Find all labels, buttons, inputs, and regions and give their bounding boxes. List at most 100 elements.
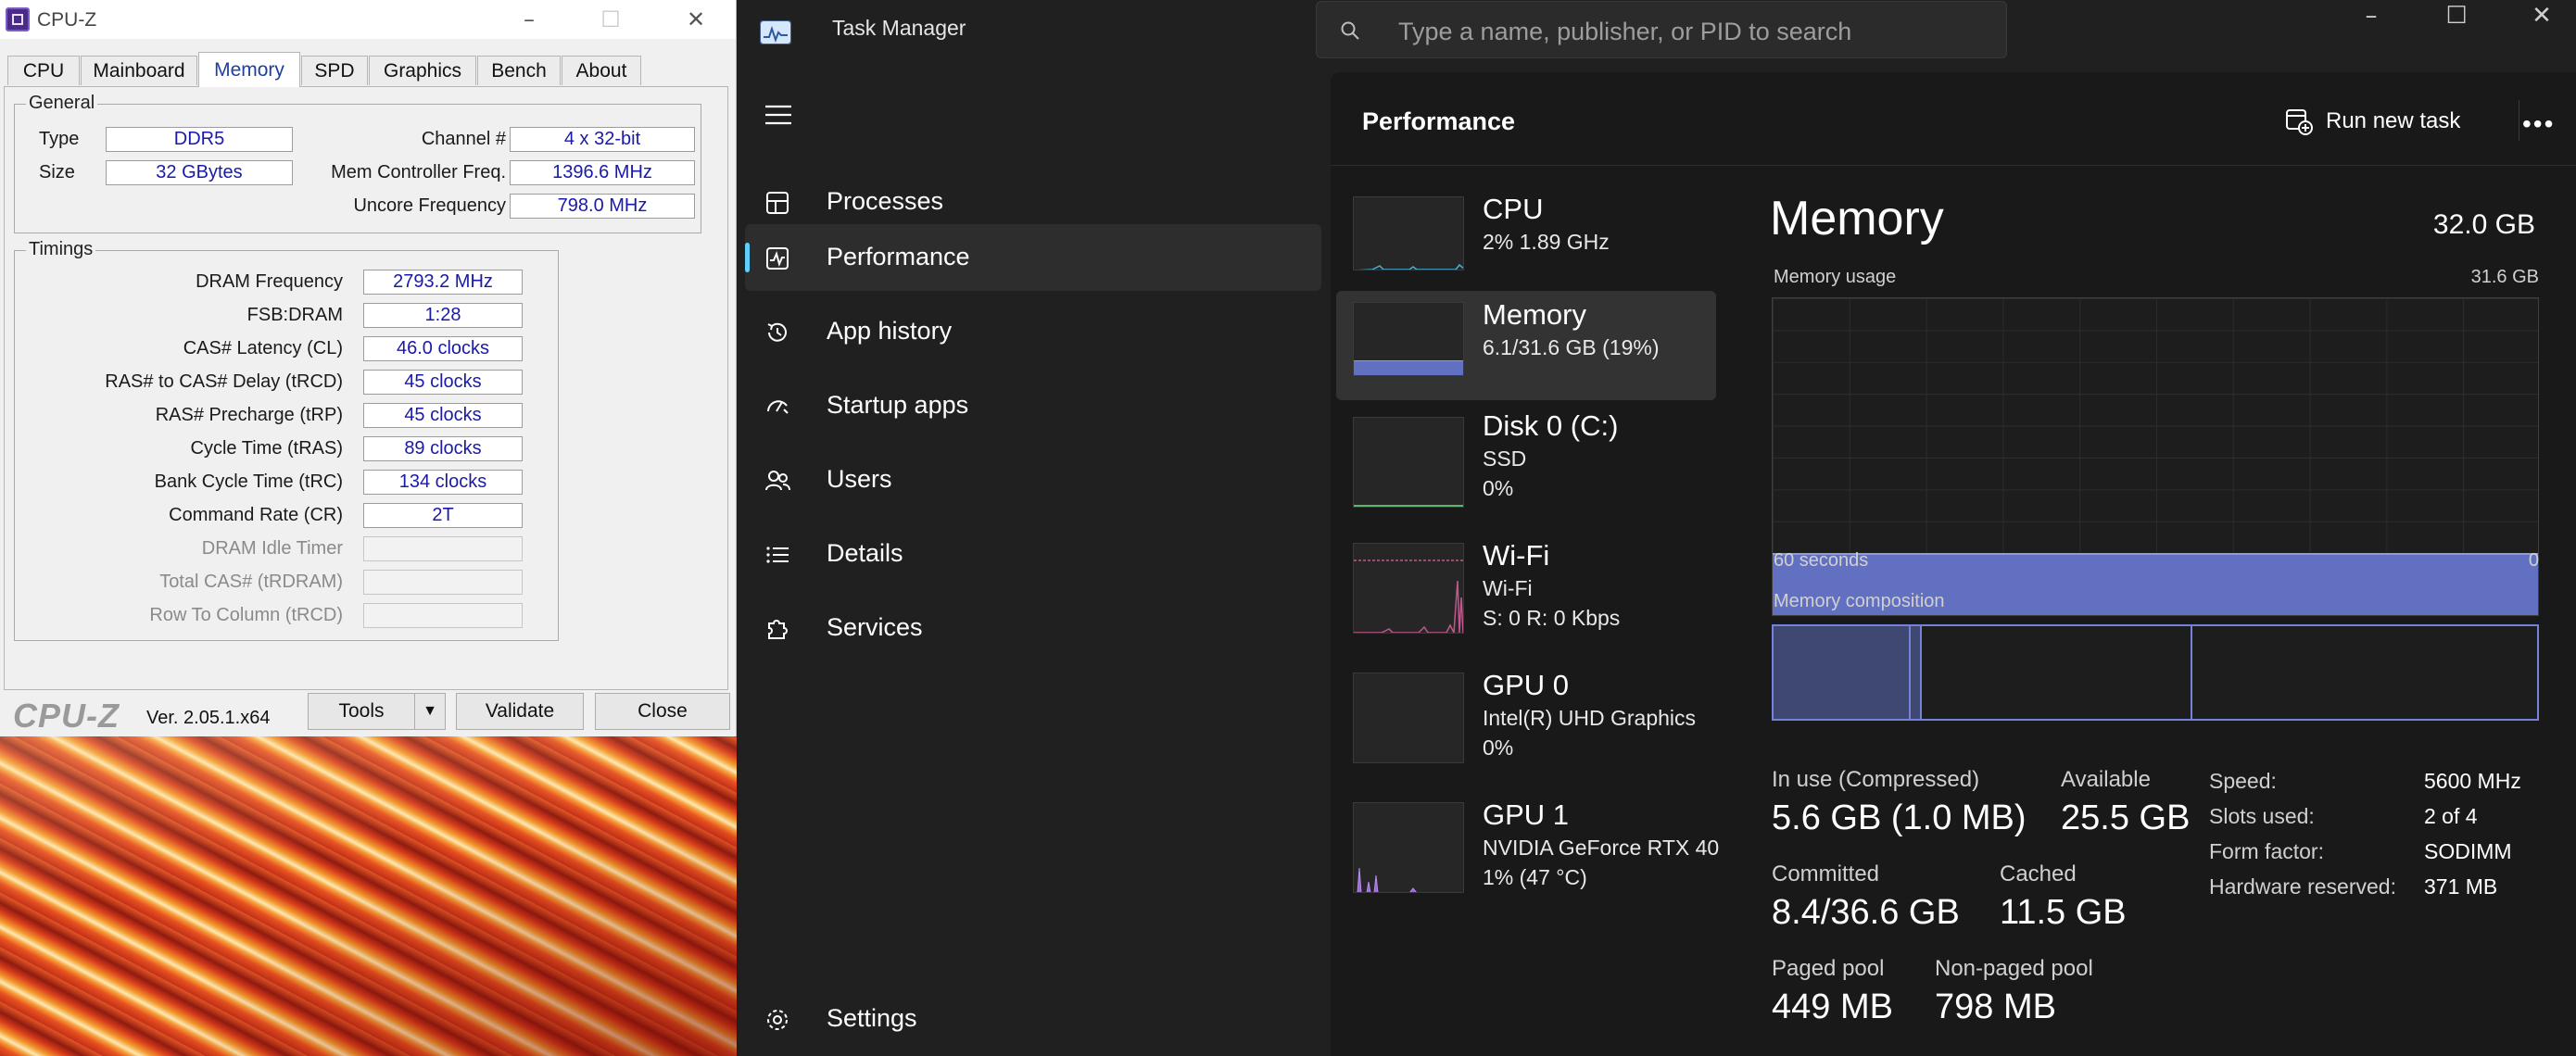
mem-controller-label: Mem Controller Freq. xyxy=(331,162,506,182)
device-gpu1-name: GPU 1 xyxy=(1483,798,1570,831)
timings-group: Timings DRAM Frequency 2793.2 MHz FSB:DRAM… xyxy=(14,239,559,641)
search-input[interactable]: Type a name, publisher, or PID to search xyxy=(1316,1,2007,58)
timing-label: Cycle Time (tRAS) xyxy=(190,438,343,459)
memory-thumbnail-graph xyxy=(1353,302,1464,376)
tm-sidebar: Processes Performance App history Startu… xyxy=(738,61,1331,1056)
cpuz-logo: CPU-Z xyxy=(13,697,120,735)
memory-total: 32.0 GB xyxy=(2432,209,2535,240)
validate-button[interactable]: Validate xyxy=(456,693,584,730)
nav-settings[interactable]: Settings xyxy=(745,986,1321,1052)
timing-label: DRAM Frequency xyxy=(196,271,343,292)
gpu1-thumbnail-graph xyxy=(1353,802,1464,893)
timing-label: CAS# Latency (CL) xyxy=(183,338,343,358)
device-disk0[interactable]: Disk 0 (C:) SSD 0% xyxy=(1336,402,1716,511)
device-gpu0-name: GPU 0 xyxy=(1483,669,1570,701)
nav-details-label: Details xyxy=(827,539,903,567)
type-value: DDR5 xyxy=(106,127,293,152)
timing-label: FSB:DRAM xyxy=(246,305,343,325)
device-gpu1-sub2: 1% (47 °C) xyxy=(1483,865,1587,889)
device-cpu-sub: 2% 1.89 GHz xyxy=(1483,230,1610,254)
timing-value: 45 clocks xyxy=(363,370,523,395)
nav-services[interactable]: Services xyxy=(745,595,1321,661)
tm-minimize-button[interactable]: – xyxy=(2339,0,2404,31)
nav-settings-label: Settings xyxy=(827,1004,917,1032)
search-placeholder: Type a name, publisher, or PID to search xyxy=(1398,18,1852,45)
header-separator xyxy=(1331,165,2576,166)
tools-dropdown-arrow[interactable]: ▼ xyxy=(414,693,446,730)
timing-value: 46.0 clocks xyxy=(363,336,523,361)
cpuz-titlebar[interactable]: CPU-Z – ☐ ✕ xyxy=(0,0,736,39)
cpu-thumbnail-graph xyxy=(1353,196,1464,270)
nav-users-label: Users xyxy=(827,465,892,493)
composition-in-use xyxy=(1774,626,1911,719)
users-icon xyxy=(765,471,790,491)
graph-time-left: 60 seconds xyxy=(1774,550,1869,571)
nav-app-history[interactable]: App history xyxy=(745,298,1321,365)
startup-gauge-icon xyxy=(767,400,789,414)
device-gpu0[interactable]: GPU 0 Intel(R) UHD Graphics 0% xyxy=(1336,661,1716,771)
nav-users[interactable]: Users xyxy=(745,446,1321,513)
device-memory[interactable]: Memory 6.1/31.6 GB (19%) xyxy=(1336,291,1716,400)
uncore-label: Uncore Frequency xyxy=(353,195,506,216)
tab-memory[interactable]: Memory xyxy=(198,52,300,87)
general-group-title: General xyxy=(26,93,98,114)
nav-app-history-label: App history xyxy=(827,317,953,345)
tab-bench[interactable]: Bench xyxy=(477,56,561,85)
memory-usage-max: 31.6 GB xyxy=(2470,267,2539,287)
uncore-value: 798.0 MHz xyxy=(510,194,695,219)
nav-services-label: Services xyxy=(827,613,923,641)
tm-maximize-button[interactable]: ☐ xyxy=(2424,0,2489,31)
nav-details[interactable]: Details xyxy=(745,521,1321,587)
close-window-button[interactable]: ✕ xyxy=(673,4,719,35)
cpuz-title: CPU-Z xyxy=(37,9,97,31)
composition-standby xyxy=(1922,626,2192,719)
nav-performance[interactable]: Performance xyxy=(745,224,1321,291)
timing-label: Bank Cycle Time (tRC) xyxy=(154,471,343,492)
timing-value xyxy=(363,603,523,628)
general-group: General Type DDR5 Size 32 GBytes Channel… xyxy=(14,93,701,233)
processes-icon xyxy=(766,192,789,214)
device-cpu[interactable]: CPU 2% 1.89 GHz xyxy=(1336,185,1716,295)
device-wifi[interactable]: Wi-Fi Wi-Fi S: 0 R: 0 Kbps xyxy=(1336,532,1716,641)
mem-controller-value: 1396.6 MHz xyxy=(510,160,695,185)
settings-gear-icon xyxy=(767,1010,788,1030)
more-options-button[interactable]: ••• xyxy=(2522,109,2555,139)
timing-value: 2T xyxy=(363,503,523,528)
maximize-button[interactable]: ☐ xyxy=(587,4,634,35)
tab-about[interactable]: About xyxy=(562,56,641,85)
run-new-task-label: Run new task xyxy=(2326,108,2461,133)
channel-label: Channel # xyxy=(421,129,506,149)
device-gpu0-sub2: 0% xyxy=(1483,735,1514,760)
tm-title: Task Manager xyxy=(832,16,966,40)
device-wifi-name: Wi-Fi xyxy=(1483,539,1550,572)
device-disk0-name: Disk 0 (C:) xyxy=(1483,409,1619,442)
timing-label: DRAM Idle Timer xyxy=(201,538,343,559)
nav-performance-label: Performance xyxy=(827,243,970,270)
hamburger-menu-icon[interactable] xyxy=(764,104,793,126)
nav-startup-apps[interactable]: Startup apps xyxy=(745,372,1321,439)
type-label: Type xyxy=(39,129,80,149)
device-gpu1[interactable]: GPU 1 NVIDIA GeForce RTX 40 1% (47 °C) xyxy=(1336,791,1719,900)
timing-label: Row To Column (tRCD) xyxy=(149,605,343,625)
tab-graphics[interactable]: Graphics xyxy=(369,56,476,85)
page-title: Performance xyxy=(1362,107,1516,135)
performance-icon xyxy=(766,247,789,270)
timing-value xyxy=(363,536,523,561)
timing-label: Total CAS# (tRDRAM) xyxy=(159,572,343,592)
minimize-button[interactable]: – xyxy=(506,4,552,35)
tm-titlebar[interactable]: Task Manager Type a name, publisher, or … xyxy=(738,0,2576,61)
channel-value: 4 x 32-bit xyxy=(510,127,695,152)
gpu0-thumbnail-graph xyxy=(1353,673,1464,763)
tm-close-button[interactable]: ✕ xyxy=(2509,0,2574,31)
cpuz-memory-panel: General Type DDR5 Size 32 GBytes Channel… xyxy=(4,86,728,690)
desktop-wallpaper xyxy=(0,736,737,1056)
timing-value: 2793.2 MHz xyxy=(363,270,523,295)
size-label: Size xyxy=(39,162,75,182)
timing-value xyxy=(363,570,523,595)
tab-mainboard[interactable]: Mainboard xyxy=(81,56,197,85)
close-button[interactable]: Close xyxy=(595,693,730,730)
composition-modified xyxy=(1911,626,1922,719)
tools-button[interactable]: Tools xyxy=(308,693,415,730)
tab-cpu[interactable]: CPU xyxy=(7,56,80,85)
tab-spd[interactable]: SPD xyxy=(301,56,368,85)
